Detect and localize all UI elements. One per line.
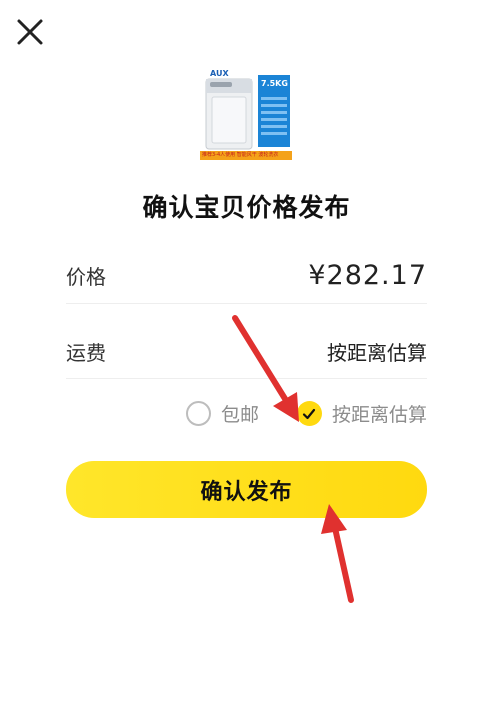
checkmark-icon [303,408,316,419]
close-icon [17,19,43,45]
shipping-label: 运费 [66,341,106,365]
option-distance-estimate-label: 按距离估算 [331,404,427,426]
shipping-row: 运费 按距离估算 [66,325,427,379]
option-distance-estimate[interactable]: 按距离估算 [296,400,427,427]
radio-checked-icon[interactable] [296,401,322,426]
close-button[interactable] [14,16,46,48]
option-free-shipping-label: 包邮 [220,404,259,426]
dialog-title: 确认宝贝价格发布 [142,193,351,222]
shipping-value: 按距离估算 [327,341,427,365]
price-value[interactable]: ¥282.17 [308,260,427,291]
option-free-shipping[interactable]: 包邮 [185,400,259,427]
price-row: 价格 ¥282.17 [66,248,427,304]
shipping-options: 包邮 按距离估算 [185,400,427,427]
product-banner-text: 推荐3-4人使用 智能风干 波轮洗衣 [202,152,279,158]
product-image: AUX 7.5KG 推荐3-4人使用 智能风干 波轮洗衣 [198,65,294,161]
radio-unchecked-icon[interactable] [185,401,211,426]
confirm-publish-button[interactable]: 确认发布 [66,461,427,518]
price-label: 价格 [66,265,106,289]
product-capacity-text: 7.5KG [261,79,288,88]
product-brand-text: AUX [210,69,229,78]
